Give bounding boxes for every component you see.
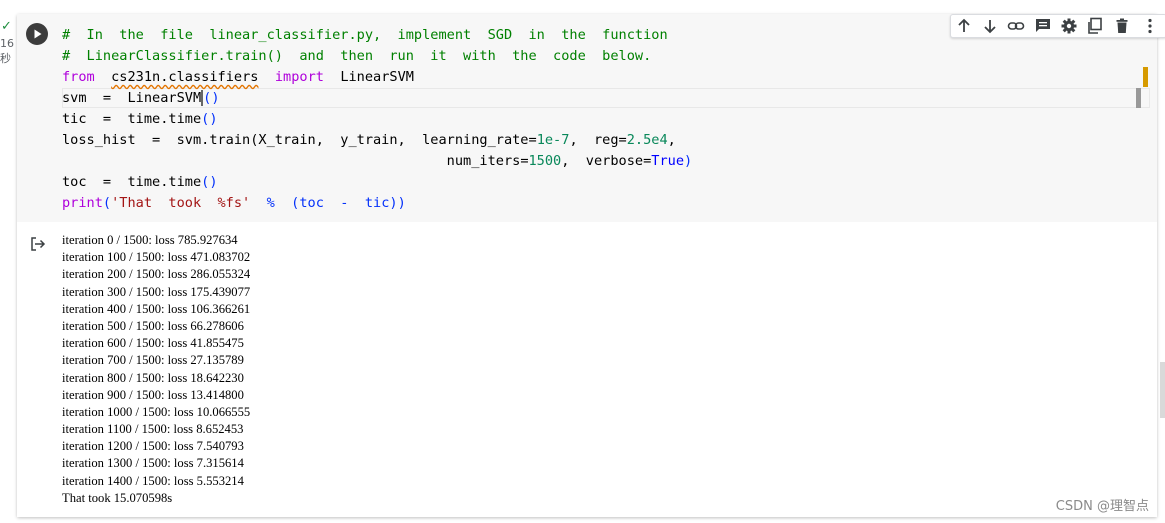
output-line: iteration 400 / 1500: loss 106.366261: [62, 301, 251, 316]
parens: (): [203, 90, 220, 106]
link-to-cell-button[interactable]: [1006, 17, 1026, 35]
output-line: iteration 1200 / 1500: loss 7.540793: [62, 439, 244, 454]
output-line: iteration 600 / 1500: loss 41.855475: [62, 336, 244, 351]
output-line: iteration 1000 / 1500: loss 10.066555: [62, 404, 251, 419]
code-line-7: num_iters=1500, verbose=True): [62, 151, 693, 172]
code-line-5: tic = time.time(): [62, 109, 692, 130]
more-actions-button[interactable]: [1140, 17, 1160, 35]
arrow-up-icon: [958, 18, 970, 32]
class-name: LinearSVM: [340, 69, 414, 85]
scrollbar-marker-cursor: [1136, 88, 1141, 108]
reg-value: 2.5e4: [626, 132, 668, 148]
cell-settings-button[interactable]: [1059, 17, 1079, 35]
page-scrollbar[interactable]: [1160, 362, 1165, 418]
move-cell-down-button[interactable]: [980, 17, 1000, 35]
output-line: iteration 800 / 1500: loss 18.642230: [62, 370, 244, 385]
scrollbar-marker-warning: [1143, 67, 1148, 87]
code-editor[interactable]: # In the file linear_classifier.py, impl…: [17, 14, 1157, 222]
verbose-prefix: , verbose=: [561, 153, 652, 169]
code-line-4: svm = LinearSVM(): [62, 88, 692, 109]
output-line: iteration 100 / 1500: loss 471.083702: [62, 250, 251, 265]
iters-prefix: num_iters=: [446, 153, 529, 169]
code-comment: # LinearClassifier.train() and then run …: [62, 48, 652, 64]
code-comment: # In the file linear_classifier.py, impl…: [62, 27, 668, 43]
move-cell-up-button[interactable]: [954, 17, 974, 35]
train-call: loss_hist = svm.train(X_train, y_train, …: [62, 132, 537, 148]
watermark: CSDN @理智点: [1055, 499, 1149, 514]
learning-rate-value: 1e-7: [536, 132, 570, 148]
verbose-value: True: [651, 153, 685, 169]
gear-icon: [1061, 18, 1077, 34]
link-icon: [1007, 22, 1025, 30]
print-open: (: [102, 195, 112, 211]
cell-output: iteration 0 / 1500: loss 785.927634 itera…: [17, 222, 1157, 517]
code-line-1: # In the file linear_classifier.py, impl…: [62, 25, 692, 46]
toc-assign: toc = time.time: [62, 174, 202, 190]
reg-suffix: ,: [667, 132, 676, 148]
code-line-3: from cs231n.classifiers import LinearSVM: [62, 67, 692, 88]
output-line: iteration 300 / 1500: loss 175.439077: [62, 284, 251, 299]
mirror-cell-button[interactable]: [1085, 17, 1105, 35]
output-line: iteration 700 / 1500: loss 27.135789: [62, 353, 244, 368]
code-line-2: # LinearClassifier.train() and then run …: [62, 46, 692, 67]
parens: (): [201, 111, 218, 127]
output-line: iteration 0 / 1500: loss 785.927634: [62, 233, 238, 247]
cell-toolbar: [950, 14, 1165, 38]
svm-assign: svm = LinearSVM: [62, 90, 202, 106]
run-cell-button[interactable]: [26, 23, 48, 45]
delete-icon: [1116, 18, 1128, 33]
mirror-cell-icon: [1088, 17, 1102, 34]
keyword-import: import: [274, 69, 324, 85]
add-comment-button[interactable]: [1033, 17, 1053, 35]
output-line: iteration 900 / 1500: loss 13.414800: [62, 387, 244, 402]
code-line-8: toc = time.time(): [62, 172, 692, 193]
keyword-from: from: [62, 69, 95, 85]
print-string: 'That took %fs': [111, 195, 251, 211]
play-icon: [34, 29, 42, 39]
output-actions-button[interactable]: [30, 236, 46, 257]
call-close: ): [684, 153, 693, 169]
tic-assign: tic = time.time: [62, 111, 202, 127]
arrow-down-icon: [984, 20, 996, 34]
output-line: iteration 200 / 1500: loss 286.055324: [62, 267, 251, 282]
execution-time-value: 16: [0, 37, 14, 50]
output-line: iteration 1400 / 1500: loss 5.553214: [62, 473, 244, 488]
cell-gutter: ✓ 16 秒: [0, 0, 17, 523]
reg-prefix: , reg=: [569, 132, 627, 148]
code-line-9: print('That took %fs' % (toc - tic)): [62, 193, 692, 214]
output-line: That took 15.070598s: [62, 490, 173, 505]
more-vert-icon: [1148, 18, 1152, 34]
code-line-6: loss_hist = svm.train(X_train, y_train, …: [62, 130, 692, 151]
code-cell[interactable]: # In the file linear_classifier.py, impl…: [17, 14, 1165, 517]
output-line: iteration 500 / 1500: loss 66.278606: [62, 318, 244, 333]
comment-icon: [1036, 19, 1050, 32]
print-rest: % (toc - tic)): [250, 195, 406, 211]
output-line: iteration 1100 / 1500: loss 8.652453: [62, 422, 244, 437]
parens: (): [201, 174, 218, 190]
keyword-print: print: [62, 195, 103, 211]
output-exit-icon: [31, 237, 46, 251]
cell-status-check-icon: ✓: [1, 19, 12, 34]
execution-time: 16 秒: [0, 36, 17, 66]
delete-cell-button[interactable]: [1112, 17, 1132, 35]
execution-time-unit: 秒: [0, 52, 11, 65]
iters-value: 1500: [528, 153, 562, 169]
module-name: cs231n.classifiers: [111, 69, 259, 85]
output-line: iteration 1300 / 1500: loss 7.315614: [62, 456, 244, 471]
output-text: iteration 0 / 1500: loss 785.927634 itera…: [62, 232, 250, 507]
code-text[interactable]: # In the file linear_classifier.py, impl…: [62, 25, 692, 214]
